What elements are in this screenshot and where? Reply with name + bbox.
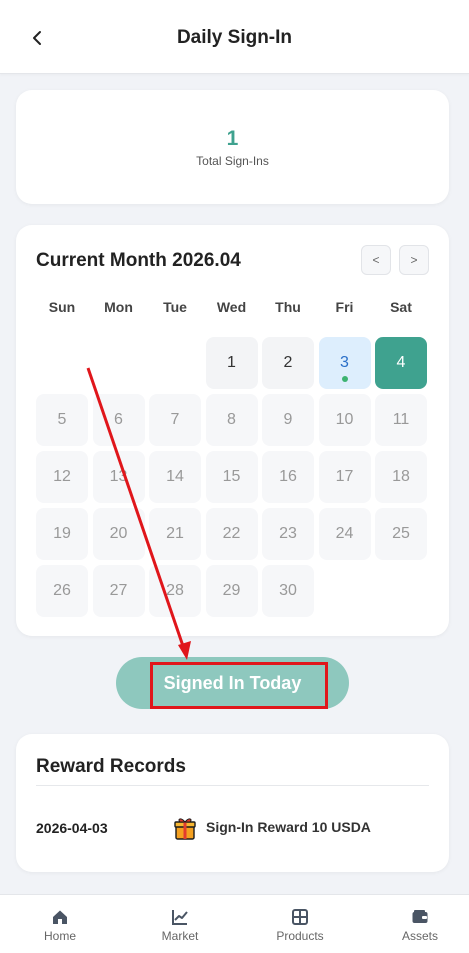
calendar-day[interactable]: 10 [318,394,371,446]
calendar-day-number: 7 [170,411,180,428]
tab-assets-label: Assets [401,929,438,943]
record-date: 2026-04-03 [36,820,108,836]
calendar-day[interactable]: 8 [205,394,258,446]
tab-market[interactable]: Market [135,895,225,953]
grid-icon [292,909,308,925]
calendar-day[interactable]: 28 [149,565,201,617]
weekday-label: Wed [216,299,247,315]
calendar-day-number: 9 [283,411,293,428]
calendar-day[interactable]: 30 [262,565,314,617]
records-title: Reward Records [36,756,186,777]
total-sign-ins-count: 1 [226,127,239,150]
total-sign-ins-label: Total Sign-Ins [196,154,269,168]
tab-market-label: Market [161,929,199,943]
calendar-day[interactable]: 23 [262,508,314,560]
calendar-day[interactable]: 3 [318,337,371,389]
calendar-day-number: 4 [396,354,406,371]
calendar-day-number: 20 [109,525,128,542]
calendar-day[interactable]: 4 [375,337,427,389]
calendar-day-number: 28 [166,582,184,599]
calendar-day-number: 10 [335,411,354,428]
page-title: Daily Sign-In [176,27,293,48]
wallet-icon [412,910,428,923]
calendar-card: Current Month 2026.04 < > Sun Mon Tue Wed Th… [16,225,449,636]
calendar-day-number: 24 [335,525,354,542]
home-icon [53,910,67,924]
calendar-day[interactable]: 21 [149,508,201,560]
calendar-day-number: 11 [392,411,410,428]
tab-products-label: Products [276,929,324,943]
sign-in-button-label: Signed In Today [163,672,302,693]
calendar-day-number: 22 [222,525,241,542]
calendar-day-number: 26 [53,582,71,599]
tab-assets[interactable]: Assets [375,895,465,953]
calendar-day[interactable]: 1 [205,337,258,389]
tab-home-label: Home [43,929,76,943]
calendar-day-number: 23 [279,525,297,542]
sign-in-button[interactable]: Signed In Today [116,657,349,709]
calendar-day-number: 17 [335,468,354,485]
signed-dot [341,376,348,382]
weekday-label: Sat [390,299,412,315]
calendar-day[interactable]: 15 [205,451,258,503]
calendar-day[interactable]: 20 [92,508,145,560]
calendar-day[interactable]: 7 [149,394,201,446]
prev-month-button[interactable]: < [361,245,391,275]
calendar-day-number: 5 [57,411,67,428]
calendar-day[interactable]: 24 [318,508,371,560]
calendar-day[interactable]: 12 [36,451,88,503]
reward-records-card: Reward Records 2026-04-03 Sign-In Reward… [16,734,449,872]
record-description: Sign-In Reward 10 USDA [206,819,371,835]
calendar-day-number: 30 [279,582,297,599]
calendar-day-number: 3 [340,354,349,371]
calendar-day-number: 25 [392,525,410,542]
calendar-day[interactable]: 25 [375,508,427,560]
bottom-tab-bar: Home Market Products Assets [0,894,469,953]
weekday-label: Sun [48,299,76,315]
calendar-day-number: 1 [227,354,236,371]
calendar-day[interactable]: 11 [375,394,427,446]
calendar-day[interactable]: 14 [149,451,201,503]
calendar-day[interactable]: 16 [262,451,314,503]
weekday-label: Mon [104,299,133,315]
weekday-label: Fri [335,299,354,315]
calendar-day-number: 12 [53,468,71,485]
calendar-day[interactable]: 2 [262,337,314,389]
calendar-day[interactable]: 18 [375,451,427,503]
weekday-header: Sun Mon Tue Wed Thu Fri Sat [34,299,429,319]
calendar-day-number: 14 [166,468,184,485]
weekday-label: Tue [163,299,187,315]
calendar-day-number: 6 [114,411,123,428]
sign-in-summary-card: 1 Total Sign-Ins [16,90,449,204]
gift-icon [174,818,196,840]
calendar-day[interactable]: 22 [205,508,258,560]
calendar-day-number: 2 [283,354,293,371]
calendar-title: Current Month 2026.04 [36,250,241,271]
chart-icon [172,910,188,925]
tab-products[interactable]: Products [255,895,345,953]
calendar-day[interactable]: 26 [36,565,88,617]
calendar-day-number: 29 [222,582,241,599]
header: Daily Sign-In [0,0,469,74]
calendar-day-number: 21 [166,525,184,542]
divider [36,785,429,786]
calendar-day[interactable]: 29 [205,565,258,617]
calendar-day-number: 13 [109,468,128,485]
calendar-day-number: 27 [109,582,128,599]
next-month-button[interactable]: > [399,245,429,275]
calendar-day[interactable]: 17 [318,451,371,503]
calendar-day[interactable]: 13 [92,451,145,503]
calendar-day[interactable]: 5 [36,394,88,446]
calendar-day-number: 18 [392,468,410,485]
calendar-day-number: 19 [53,525,71,542]
calendar-day-number: 16 [279,468,297,485]
tab-home[interactable]: Home [15,895,105,953]
calendar-day[interactable]: 9 [262,394,314,446]
calendar-day[interactable]: 6 [92,394,145,446]
calendar-day[interactable]: 27 [92,565,145,617]
calendar-day-number: 15 [222,468,241,485]
calendar-day[interactable]: 19 [36,508,88,560]
calendar-day-number: 8 [227,411,236,428]
weekday-label: Thu [275,299,301,315]
